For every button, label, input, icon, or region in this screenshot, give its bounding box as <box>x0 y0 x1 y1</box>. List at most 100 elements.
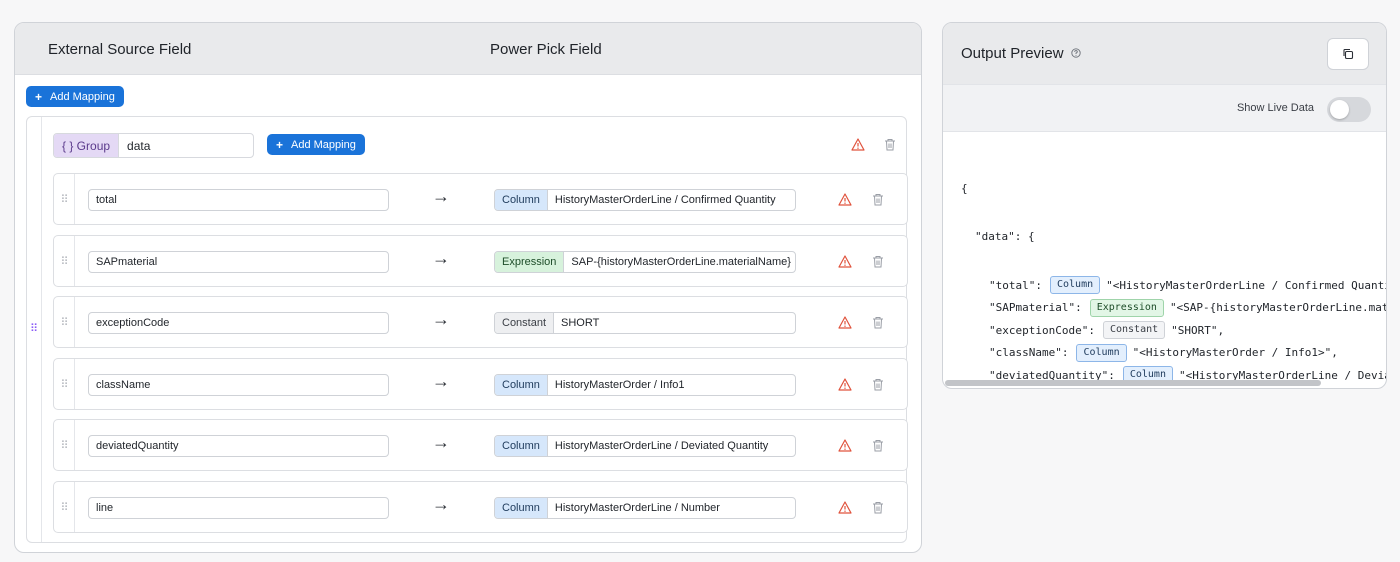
source-field-input[interactable]: total <box>88 189 389 211</box>
drag-handle-icon[interactable]: ⠿ <box>54 420 75 470</box>
preview-header: Output Preview <box>943 23 1386 84</box>
group-name-input[interactable]: data <box>119 134 158 157</box>
trash-icon[interactable] <box>884 138 896 151</box>
arrow-right-icon: → <box>432 186 450 206</box>
arrow-right-icon: → <box>432 309 450 329</box>
plus-icon: + <box>35 89 43 104</box>
mapping-row: ⠿ total → Column HistoryMasterOrderLine / Co… <box>53 173 908 225</box>
target-value[interactable]: HistoryMasterOrderLine / Number <box>548 498 720 518</box>
target-field[interactable]: Constant SHORT <box>494 312 796 334</box>
json-type-tag: Column <box>1076 343 1127 362</box>
horizontal-scrollbar[interactable] <box>945 380 1321 386</box>
external-source-header: External Source Field <box>48 41 192 58</box>
warning-icon[interactable] <box>838 193 852 206</box>
drag-handle-icon[interactable]: ⠿ <box>54 359 75 409</box>
warning-icon[interactable] <box>838 255 852 268</box>
add-mapping-button[interactable]: + Add Mapping <box>26 86 124 107</box>
trash-icon[interactable] <box>872 193 884 206</box>
copy-icon <box>1343 48 1354 60</box>
drag-handle-icon[interactable]: ⠿ <box>54 297 75 347</box>
target-type-tag[interactable]: Constant <box>495 313 555 333</box>
copy-button[interactable] <box>1327 38 1369 70</box>
target-field[interactable]: Expression SAP-{historyMasterOrderLine.ma… <box>494 251 796 273</box>
arrow-right-icon: → <box>432 371 450 391</box>
json-key: "SAPmaterial": <box>989 301 1082 315</box>
warning-icon[interactable] <box>838 501 852 514</box>
source-field-input[interactable]: SAPmaterial <box>88 251 389 273</box>
json-value: "<SAP-{historyMasterOrderLine.materialNa… <box>1169 301 1386 315</box>
preview-toolbar: Show Live Data <box>943 84 1386 132</box>
warning-icon[interactable] <box>838 439 852 452</box>
add-mapping-label: Add Mapping <box>291 138 356 151</box>
target-type-tag[interactable]: Column <box>495 190 548 210</box>
json-key: "total": <box>989 278 1042 292</box>
target-type-tag[interactable]: Column <box>495 436 548 456</box>
json-open-brace: { <box>961 181 968 195</box>
trash-icon[interactable] <box>872 378 884 391</box>
target-field[interactable]: Column HistoryMasterOrderLine / Confirmed… <box>494 189 796 211</box>
arrow-right-icon: → <box>432 248 450 268</box>
group-drag-rail[interactable]: ⠿ <box>27 117 42 542</box>
json-key: "exceptionCode": <box>989 323 1095 337</box>
source-field-input[interactable]: deviatedQuantity <box>88 435 389 457</box>
json-value: "<HistoryMasterOrder / Info1>", <box>1132 346 1338 360</box>
mapping-panel: External Source Field Power Pick Field +… <box>14 22 922 553</box>
json-type-tag: Column <box>1049 276 1101 295</box>
group-name-field[interactable]: { } Group data <box>53 133 254 158</box>
mapping-row: ⠿ line → Column HistoryMasterOrderLine / Num… <box>53 481 908 533</box>
add-mapping-label: Add Mapping <box>50 90 115 103</box>
trash-icon[interactable] <box>872 255 884 268</box>
json-value: "SHORT", <box>1171 323 1225 337</box>
drag-handle-icon[interactable]: ⠿ <box>54 236 75 286</box>
target-value[interactable]: HistoryMasterOrder / Info1 <box>548 375 685 395</box>
json-line: "total": Column "<HistoryMasterOrderLine /… <box>961 274 1386 297</box>
target-field[interactable]: Column HistoryMasterOrderLine / Deviated … <box>494 435 796 457</box>
json-preview: { "data": { "total": Column "<HistoryMaste… <box>961 151 1386 389</box>
arrow-right-icon: → <box>432 494 450 514</box>
source-field-input[interactable]: className <box>88 374 389 396</box>
json-line: "className": Column "<HistoryMasterOrder /… <box>961 342 1386 365</box>
warning-icon[interactable] <box>851 138 865 151</box>
warning-icon[interactable] <box>838 378 852 391</box>
target-field[interactable]: Column HistoryMasterOrderLine / Number <box>494 497 796 519</box>
warning-icon[interactable] <box>838 316 852 329</box>
power-pick-header: Power Pick Field <box>490 41 602 58</box>
target-field[interactable]: Column HistoryMasterOrder / Info1 <box>494 374 796 396</box>
trash-icon[interactable] <box>872 316 884 329</box>
target-value[interactable]: SAP-{historyMasterOrderLine.materialName… <box>564 252 790 272</box>
target-value[interactable]: HistoryMasterOrderLine / Confirmed Quant… <box>548 190 776 210</box>
drag-handle-icon[interactable]: ⠿ <box>30 324 38 335</box>
trash-icon[interactable] <box>872 439 884 452</box>
show-live-data-toggle[interactable] <box>1327 97 1371 122</box>
plus-icon: + <box>276 137 284 152</box>
target-type-tag[interactable]: Column <box>495 498 548 518</box>
drag-handle-icon[interactable]: ⠿ <box>54 174 75 224</box>
mapping-row: ⠿ className → Column HistoryMasterOrder / In… <box>53 358 908 410</box>
drag-handle-icon[interactable]: ⠿ <box>54 482 75 532</box>
target-type-tag[interactable]: Column <box>495 375 548 395</box>
json-key: "className": <box>989 346 1069 360</box>
json-line: "line":Column"<HistoryMasterOrderLine / … <box>961 387 1386 389</box>
mapping-row: ⠿ SAPmaterial → Expression SAP-{historyMaste… <box>53 235 908 287</box>
trash-icon[interactable] <box>872 501 884 514</box>
json-type-tag: Constant <box>1102 321 1166 340</box>
target-value[interactable]: SHORT <box>554 313 599 333</box>
mapping-row: ⠿ deviatedQuantity → Column HistoryMasterOrd… <box>53 419 908 471</box>
mapping-header: External Source Field Power Pick Field <box>15 23 921 75</box>
json-line: "SAPmaterial": Expression "<SAP-{historyMa… <box>961 297 1386 320</box>
json-value: "<HistoryMasterOrderLine / Confirmed Qua… <box>1106 278 1386 292</box>
json-line: "exceptionCode": Constant "SHORT", <box>961 319 1386 342</box>
json-data-key: "data": { <box>975 230 1035 244</box>
json-type-tag: Expression <box>1089 298 1164 317</box>
output-preview-panel: Output Preview Show Live Data { "data": … <box>942 22 1387 389</box>
toggle-knob <box>1330 100 1349 119</box>
source-field-input[interactable]: line <box>88 497 389 519</box>
preview-title: Output Preview <box>961 45 1064 62</box>
source-field-input[interactable]: exceptionCode <box>88 312 389 334</box>
group-type-tag: { } Group <box>54 134 120 157</box>
group-add-mapping-button[interactable]: + Add Mapping <box>267 134 365 155</box>
target-value[interactable]: HistoryMasterOrderLine / Deviated Quanti… <box>548 436 768 456</box>
show-live-data-label: Show Live Data <box>1236 102 1314 114</box>
help-icon[interactable] <box>1071 48 1081 58</box>
target-type-tag[interactable]: Expression <box>495 252 565 272</box>
